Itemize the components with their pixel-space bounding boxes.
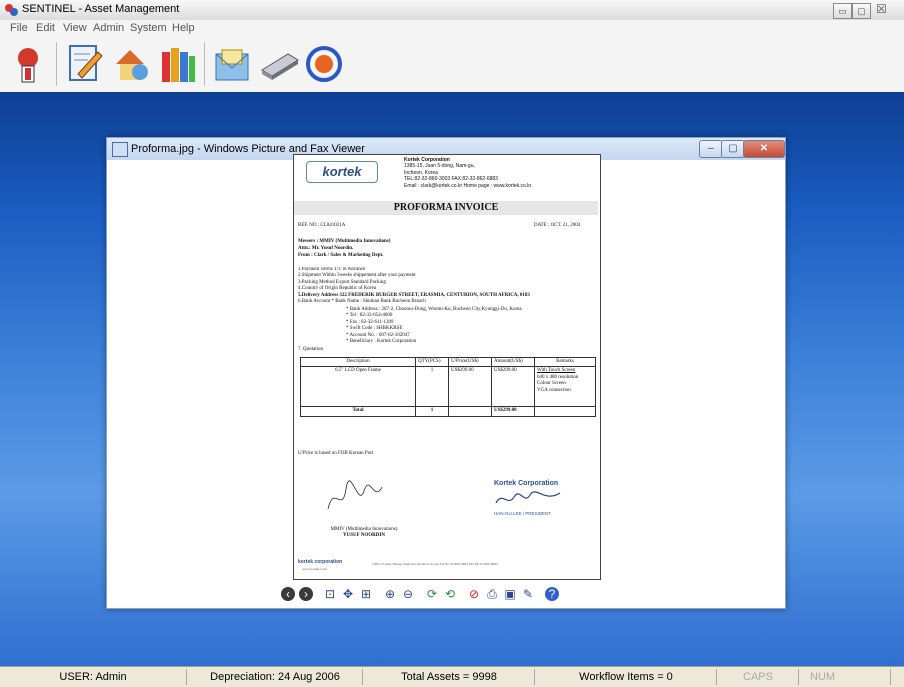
menu-admin[interactable]: Admin xyxy=(93,22,124,34)
status-total-assets: Total Assets = 9998 xyxy=(364,669,535,685)
table-header: Description xyxy=(300,356,416,368)
app-title: SENTINEL - Asset Management xyxy=(22,3,180,15)
table-cell: 6.5" LCD Open Frame xyxy=(300,366,416,408)
status-num: NUM xyxy=(800,669,891,685)
table-header: Remarks xyxy=(534,356,596,368)
table-cell xyxy=(534,406,596,417)
previous-image-icon[interactable]: ‹ xyxy=(281,587,295,601)
menu-view[interactable]: View xyxy=(63,22,87,34)
invoice-image: kortek Kortek Corporation 1385-15, Juan … xyxy=(293,154,601,580)
edit-document-icon[interactable] xyxy=(64,42,106,86)
footer-web: www.kortek.co.kr xyxy=(302,567,328,571)
terms-list: 1.Payment Terms T/T in Advance 2.Shipmen… xyxy=(298,267,598,305)
help-icon[interactable]: ? xyxy=(545,587,559,601)
close-button[interactable]: ☒ xyxy=(876,2,887,16)
status-user: USER: Admin xyxy=(0,669,187,685)
seller-signature xyxy=(494,489,564,509)
status-bar: USER: Admin Depreciation: 24 Aug 2006 To… xyxy=(0,666,904,687)
status-caps: CAPS xyxy=(718,669,799,685)
print-icon[interactable]: ⎙ xyxy=(485,587,499,601)
buyer-block: MMIV (Multimedia Innovations) YUSUF NOOR… xyxy=(314,527,414,540)
viewer-minimize-button[interactable]: – xyxy=(699,140,723,158)
actual-size-icon[interactable]: ✥ xyxy=(341,587,355,601)
edit-icon[interactable]: ✎ xyxy=(521,587,535,601)
table-cell: US$299.00 xyxy=(448,366,492,408)
mail-box-icon[interactable] xyxy=(212,42,254,86)
table-cell: 1 xyxy=(415,366,449,408)
scanner-icon[interactable] xyxy=(258,42,300,86)
table-row: 6.5" LCD Open Frame 1 US$299.00 US$299.0… xyxy=(300,366,596,408)
menu-file[interactable]: File xyxy=(10,22,28,34)
invoice-date: DATE : OCT. 21, 2004 xyxy=(534,223,581,228)
next-image-icon[interactable]: › xyxy=(299,587,313,601)
viewer-app-icon xyxy=(112,142,128,157)
bank-details: * Bank Address : 207-2, Choonui-Dong, Wo… xyxy=(346,307,522,345)
table-cell: US$299.00 xyxy=(491,366,535,408)
total-row: Total 1 US$299.00 xyxy=(300,406,596,417)
books-icon[interactable] xyxy=(156,42,198,86)
table-cell: 1 xyxy=(415,406,449,417)
viewer-maximize-button[interactable]: ▢ xyxy=(721,140,745,158)
footer-logo: kortek corporation xyxy=(298,559,343,565)
delete-icon[interactable]: ⊘ xyxy=(467,587,481,601)
company-header: Kortek Corporation 1385-15, Juan 5-dong,… xyxy=(404,157,531,189)
table-header: Amount(US$) xyxy=(491,356,535,368)
table-cell: US$299.00 xyxy=(491,406,535,417)
remarks-cell: With Touch Screen 640 x 480 resolution C… xyxy=(534,366,596,408)
buyer-signature xyxy=(324,479,384,515)
table-header: U/Price(US$) xyxy=(448,356,492,368)
menu-bar: File Edit View Admin System Help xyxy=(0,20,904,36)
refresh-icon[interactable] xyxy=(304,42,346,86)
status-workflow: Workflow Items = 0 xyxy=(536,669,717,685)
ref-number: REF. NO.: CL041021A xyxy=(298,223,346,228)
maximize-button[interactable]: ▢ xyxy=(852,3,871,19)
zoom-in-icon[interactable]: ⊕ xyxy=(383,587,397,601)
messrs-line: Messers : MMIV (Multimedia Innovations) xyxy=(298,239,391,244)
table-header-row: Description QTY(PCS) U/Price(US$) Amount… xyxy=(300,356,596,368)
price-note: U/Price is based on FOB Korean Port xyxy=(298,451,374,456)
term-line: 6.Bank Account * Bank Name : Shinhan Ban… xyxy=(298,299,426,305)
save-icon[interactable]: ▣ xyxy=(503,587,517,601)
seller-name: HAN-GU LEE / PRESIDENT xyxy=(494,511,552,516)
zoom-out-icon[interactable]: ⊖ xyxy=(401,587,415,601)
bank-line: * Beneficiary : Kortek Corporation xyxy=(346,339,417,345)
picture-viewer-window: Proforma.jpg - Windows Picture and Fax V… xyxy=(106,137,786,609)
viewer-close-button[interactable]: ✕ xyxy=(743,140,785,158)
toolbar xyxy=(0,36,904,92)
table-cell xyxy=(448,406,492,417)
toolbar-separator xyxy=(56,42,57,86)
menu-edit[interactable]: Edit xyxy=(36,22,55,34)
menu-system[interactable]: System xyxy=(130,22,167,34)
buyer-name: YUSUF NOORDIN xyxy=(343,533,385,539)
quotation-table: Description QTY(PCS) U/Price(US$) Amount… xyxy=(300,356,596,417)
menu-help[interactable]: Help xyxy=(172,22,195,34)
app-icon xyxy=(3,2,19,18)
rotate-clockwise-icon[interactable]: ⟳ xyxy=(425,587,439,601)
quotation-label: 7. Quotation xyxy=(298,347,323,352)
footer-address: 1385-15 Juan-5Dong, Nam-Ku, Incheon, Kor… xyxy=(372,562,498,566)
user-key-icon[interactable] xyxy=(8,42,50,86)
assets-icon[interactable] xyxy=(110,42,152,86)
slideshow-icon[interactable]: ⊞ xyxy=(359,587,373,601)
status-depreciation: Depreciation: 24 Aug 2006 xyxy=(188,669,363,685)
company-email: Email : clark@kortek.co.kr Home page : w… xyxy=(404,182,532,189)
app-title-bar: SENTINEL - Asset Management ▭ ▢ ☒ xyxy=(0,0,904,20)
remark-line: VGA connection xyxy=(537,387,571,393)
seller-company: Kortek Corporation xyxy=(494,480,559,487)
minimize-button[interactable]: ▭ xyxy=(833,3,852,19)
attn-line: Attn.: Mr. Yusuf Noordin. xyxy=(298,246,354,251)
table-cell: Total xyxy=(300,406,416,417)
table-header: QTY(PCS) xyxy=(415,356,449,368)
from-line: From : Clark / Sales & Marketing Dept. xyxy=(298,253,384,258)
rotate-counterclockwise-icon[interactable]: ⟲ xyxy=(443,587,457,601)
toolbar-separator xyxy=(204,42,205,86)
best-fit-icon[interactable]: ⊡ xyxy=(323,587,337,601)
kortek-logo: kortek xyxy=(306,161,378,183)
invoice-heading: PROFORMA INVOICE xyxy=(294,201,598,215)
